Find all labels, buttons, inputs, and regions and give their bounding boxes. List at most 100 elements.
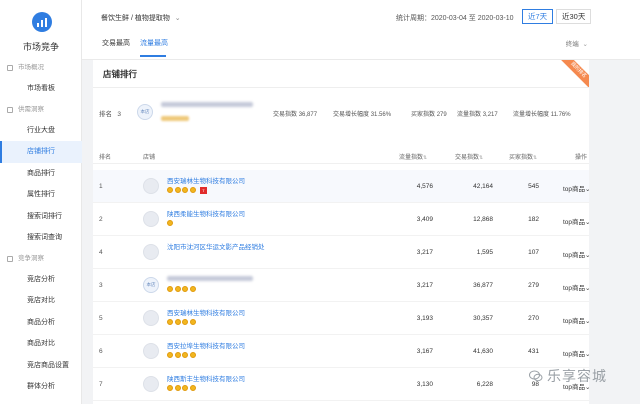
trade-index-value: 36,877	[473, 282, 493, 289]
shop-avatar	[143, 244, 159, 260]
op-label: top商品	[563, 219, 586, 226]
traffic-index-value: 3,217	[416, 282, 433, 289]
traffic-index-value: 3,409	[416, 216, 433, 223]
table-row[interactable]: 6 西安拉埠生物科技有限公司 3,167 41,630 431 top商品⌄	[93, 335, 591, 368]
watermark-text: 乐享容城	[547, 368, 607, 384]
crown-icon	[174, 187, 181, 193]
chevron-down-icon: ⌄	[174, 15, 181, 22]
metric-trade-index: 交易指数 36,877	[273, 109, 317, 118]
last-30-days-button[interactable]: 近30天	[556, 9, 592, 24]
sidebar-group-market-overview[interactable]: 市场概况	[0, 58, 82, 78]
top-products-button[interactable]: top商品⌄	[563, 216, 591, 226]
crown-icon	[189, 187, 196, 193]
sidebar-item-industry[interactable]: 行业大盘	[0, 120, 82, 142]
chevron-down-icon: ⌄	[585, 252, 591, 259]
sidebar-item-keyword-query[interactable]: 搜索词查询	[0, 227, 82, 249]
sidebar-item-shop-ranking[interactable]: 店铺排行	[0, 141, 82, 163]
table-row[interactable]: 5 西安瑞林生物科技有限公司 3,193 30,357 270 top商品⌄	[93, 302, 591, 335]
shop-name-link[interactable]: 西安瑞林生物科技有限公司	[167, 175, 245, 185]
crown-icon	[174, 286, 181, 292]
metric-value: 36,877	[298, 112, 318, 118]
table-row[interactable]: 7 陕西斯丰生物科技有限公司 3,130 6,228 98 top商品⌄	[93, 368, 591, 401]
divider	[93, 87, 589, 88]
sidebar-item-competitor-shop-compare[interactable]: 竞店对比	[0, 290, 82, 312]
sidebar-item-product-ranking[interactable]: 商品排行	[0, 163, 82, 185]
shop-name-link[interactable]: 沈阳市沈河区华运文影产品经销处	[167, 241, 265, 251]
header-traffic-index[interactable]: 流量指数⇅	[399, 152, 427, 161]
table-row[interactable]: 2 陕西柔能生物科技有限公司 3,409 12,868 182 top商品⌄	[93, 203, 591, 236]
top-products-button[interactable]: top商品⌄	[563, 183, 591, 193]
metric-label: 交易指数	[273, 112, 298, 118]
wechat-icon	[529, 370, 543, 382]
stat-period: 统计周期：2020-03-04 至 2020-03-10	[396, 13, 514, 23]
table-row[interactable]: 4 沈阳市沈河区华运文影产品经销处 3,217 1,595 107 top商品⌄	[93, 236, 591, 269]
table-row[interactable]: 1 西安瑞林生物科技有限公司 T 4,576 42,164 545 top商品⌄	[93, 170, 591, 203]
buyer-index-value: 431	[528, 348, 539, 355]
top-products-button[interactable]: top商品⌄	[563, 249, 591, 259]
header-trade-index[interactable]: 交易指数⇅	[455, 152, 483, 161]
top-products-button[interactable]: top商品⌄	[563, 348, 591, 358]
page-scrollbar[interactable]	[597, 60, 601, 404]
metric-label: 买家指数	[411, 112, 436, 118]
top-products-button[interactable]: top商品⌄	[563, 282, 591, 292]
shop-name-link[interactable]: 西安瑞林生物科技有限公司	[167, 307, 245, 317]
competition-icon	[7, 255, 13, 262]
sidebar-item-competitor-shop-analysis[interactable]: 竞店分析	[0, 269, 82, 291]
sidebar-group-supply-demand[interactable]: 供需洞察	[0, 100, 82, 120]
row-rank: 7	[99, 381, 103, 388]
app-logo-icon	[32, 12, 52, 32]
trade-index-value: 1,595	[476, 249, 493, 256]
sidebar-item-product-compare[interactable]: 商品对比	[0, 333, 82, 355]
tab-highest-traffic[interactable]: 流量最高	[140, 38, 168, 48]
metric-value: 31.56%	[370, 112, 392, 118]
op-label: top商品	[563, 186, 586, 193]
buyer-index-value: 545	[528, 183, 539, 190]
market-overview-icon	[7, 65, 13, 71]
category-selector[interactable]: 餐饮生鲜 / 植物提取物 ⌄	[101, 13, 181, 23]
header-buyer-index[interactable]: 买家指数⇅	[509, 152, 537, 161]
sidebar-item-market-dashboard[interactable]: 市场看板	[0, 78, 82, 100]
crown-icon	[167, 385, 173, 391]
blurred-shop-name	[167, 276, 253, 281]
sidebar-item-group-analysis[interactable]: 群体分析	[0, 376, 82, 398]
tab-highest-trade[interactable]: 交易最高	[102, 38, 130, 48]
chevron-down-icon: ⌄	[585, 318, 591, 325]
table-row[interactable]: 3 本店 3,217 36,877 279 top商品⌄	[93, 269, 591, 302]
crown-icon	[174, 385, 181, 391]
header-shop: 店铺	[143, 155, 156, 161]
sort-icon: ⇅	[533, 155, 538, 161]
metric-label: 流量增长幅度	[513, 112, 550, 118]
my-rank-ribbon: 我的排名	[559, 60, 589, 90]
row-rank: 4	[99, 249, 103, 256]
sidebar: 市场竞争 市场概况 市场看板 供需洞察 行业大盘 店铺排行 商品排行 属性排行 …	[0, 0, 82, 404]
shop-ranking-card: 店铺排行 我的排名 排名 3 本店 交易指数 36,877 交易增长幅度 31.…	[93, 60, 591, 404]
sidebar-item-keyword-ranking[interactable]: 搜索词排行	[0, 206, 82, 228]
crown-icon	[182, 187, 188, 193]
trade-index-value: 42,164	[473, 183, 493, 190]
table-header: 排名 店铺 流量指数⇅ 交易指数⇅ 买家指数⇅ 操作	[93, 148, 589, 164]
sidebar-group-competition[interactable]: 竞争洞察	[0, 249, 82, 269]
supply-demand-icon	[7, 106, 13, 113]
shop-name-link[interactable]: 西安拉埠生物科技有限公司	[167, 340, 245, 350]
crown-icon	[189, 286, 196, 292]
chevron-down-icon: ⌄	[585, 186, 591, 193]
last-7-days-button[interactable]: 近7天	[522, 9, 554, 24]
header-label: 流量指数	[399, 155, 424, 161]
crown-icon	[167, 319, 173, 325]
terminal-selector[interactable]: 终端 ⌄	[566, 38, 588, 48]
chevron-down-icon: ⌄	[582, 41, 588, 48]
shop-avatar	[143, 376, 159, 392]
shop-name-link[interactable]: 陕西柔能生物科技有限公司	[167, 208, 245, 218]
top-products-button[interactable]: top商品⌄	[563, 315, 591, 325]
trade-index-value: 6,228	[476, 381, 493, 388]
top-bar: 餐饮生鲜 / 植物提取物 ⌄ 统计周期：2020-03-04 至 2020-03…	[82, 0, 640, 60]
sidebar-item-competitor-product-settings[interactable]: 竞店商品设置	[0, 355, 82, 377]
shop-name-link[interactable]: 陕西斯丰生物科技有限公司	[167, 373, 245, 383]
shop-avatar	[143, 178, 159, 194]
traffic-index-value: 3,130	[416, 381, 433, 388]
sidebar-item-product-analysis[interactable]: 商品分析	[0, 312, 82, 334]
crown-icon	[182, 319, 188, 325]
op-label: top商品	[563, 351, 586, 358]
sidebar-item-attribute-ranking[interactable]: 属性排行	[0, 184, 82, 206]
my-shop-badge: 本店	[143, 277, 159, 293]
